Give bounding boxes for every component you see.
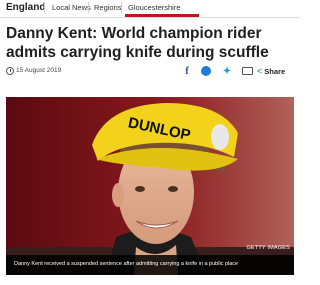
clock-icon (6, 67, 14, 75)
image-credit: GETTY IMAGES (246, 245, 290, 251)
nav-item-local-news[interactable]: Local News (52, 3, 91, 12)
nav-active-indicator (125, 14, 199, 17)
share-label: Share (264, 66, 286, 76)
article-headline: Danny Kent: World champion rider admits … (6, 25, 269, 61)
nav-divider (121, 2, 122, 13)
article-photo: DUNLOP GETTY IMAGES Danny Kent received … (6, 97, 294, 275)
nav-item-gloucestershire[interactable]: Gloucestershire (128, 3, 181, 12)
share-icon: < (257, 66, 263, 76)
nav-item-regions[interactable]: Regions (94, 3, 122, 12)
article-meta: 15 August 2019 f ✦ < Share (0, 64, 300, 80)
nav-divider (44, 2, 45, 13)
share-button[interactable]: < Share (257, 66, 285, 76)
article-date: 15 August 2019 (16, 67, 62, 74)
messenger-icon[interactable] (199, 64, 213, 78)
nav-section-title[interactable]: England (6, 2, 45, 13)
twitter-icon[interactable]: ✦ (220, 64, 234, 78)
top-nav: England Local News Regions Gloucestershi… (0, 0, 300, 18)
image-caption: Danny Kent received a suspended sentence… (6, 255, 294, 275)
nav-divider (88, 2, 89, 13)
email-icon[interactable] (240, 64, 254, 78)
facebook-icon[interactable]: f (180, 64, 194, 78)
